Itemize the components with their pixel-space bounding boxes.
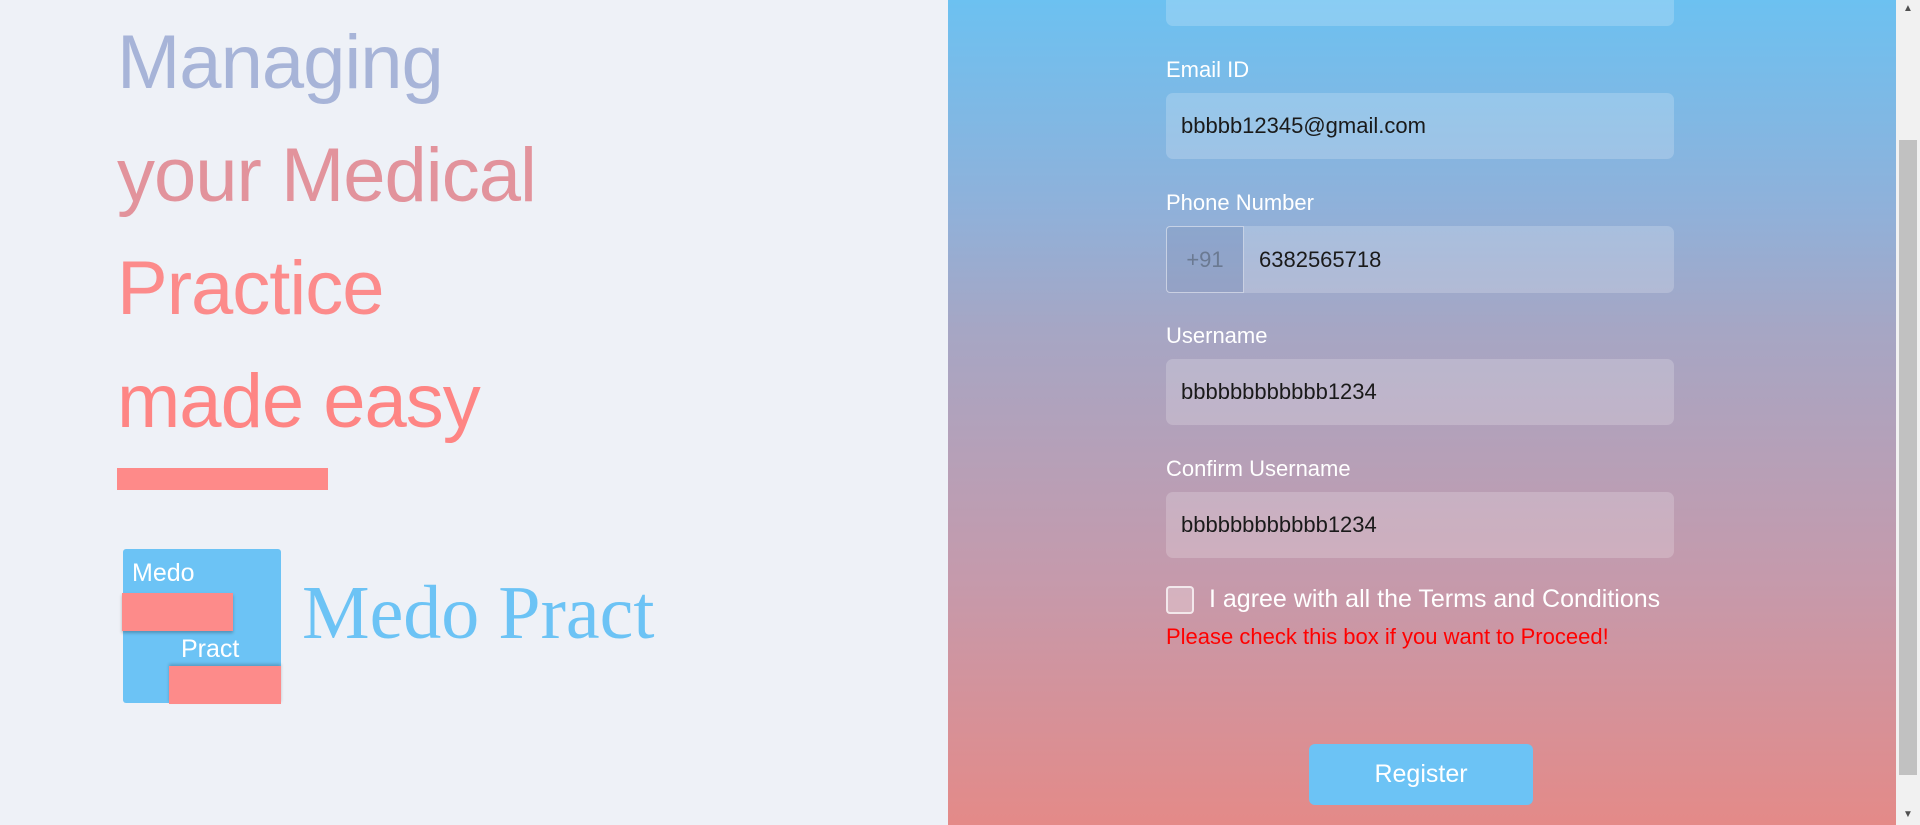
email-field[interactable] [1166, 93, 1674, 159]
previous-field-input[interactable] [1166, 0, 1674, 26]
left-panel: Managing your Medical Practice made easy… [0, 0, 948, 825]
confirm-username-field[interactable] [1166, 492, 1674, 558]
phone-country-code: +91 [1166, 226, 1244, 293]
vertical-scrollbar[interactable]: ▲ ▼ [1896, 0, 1920, 825]
phone-label: Phone Number [1166, 190, 1314, 215]
scroll-down-arrow-icon[interactable]: ▼ [1896, 805, 1920, 825]
logo-icon: Medo Pract [122, 549, 281, 704]
scroll-thumb[interactable] [1899, 140, 1917, 775]
logo-top-word: Medo [132, 559, 195, 587]
terms-label: I agree with all the Terms and Condition… [1209, 585, 1661, 613]
register-form-panel: Email ID Phone Number +91 Username Confi… [948, 0, 1896, 825]
hero-headline: Managing your Medical Practice made easy [117, 6, 537, 458]
phone-field[interactable] [1244, 226, 1674, 293]
logo-bottom-word: Pract [181, 635, 240, 663]
logo-red-block-1 [122, 593, 233, 631]
register-button[interactable]: Register [1309, 744, 1533, 805]
hero-line-1: Managing [117, 20, 444, 105]
hero-line-4: made easy [117, 359, 481, 444]
confirm-username-label: Confirm Username [1166, 456, 1351, 481]
username-field[interactable] [1166, 359, 1674, 425]
email-label: Email ID [1166, 57, 1250, 82]
scroll-up-arrow-icon[interactable]: ▲ [1896, 0, 1920, 18]
terms-checkbox[interactable] [1166, 586, 1194, 614]
hero-line-2: your Medical [117, 133, 537, 218]
username-label: Username [1166, 323, 1268, 348]
hero-line-3: Practice [117, 246, 385, 331]
brand-name: Medo Pract [302, 571, 655, 655]
logo-red-block-2 [169, 666, 281, 704]
terms-error-message: Please check this box if you want to Pro… [1166, 624, 1609, 649]
accent-bar [117, 468, 328, 490]
